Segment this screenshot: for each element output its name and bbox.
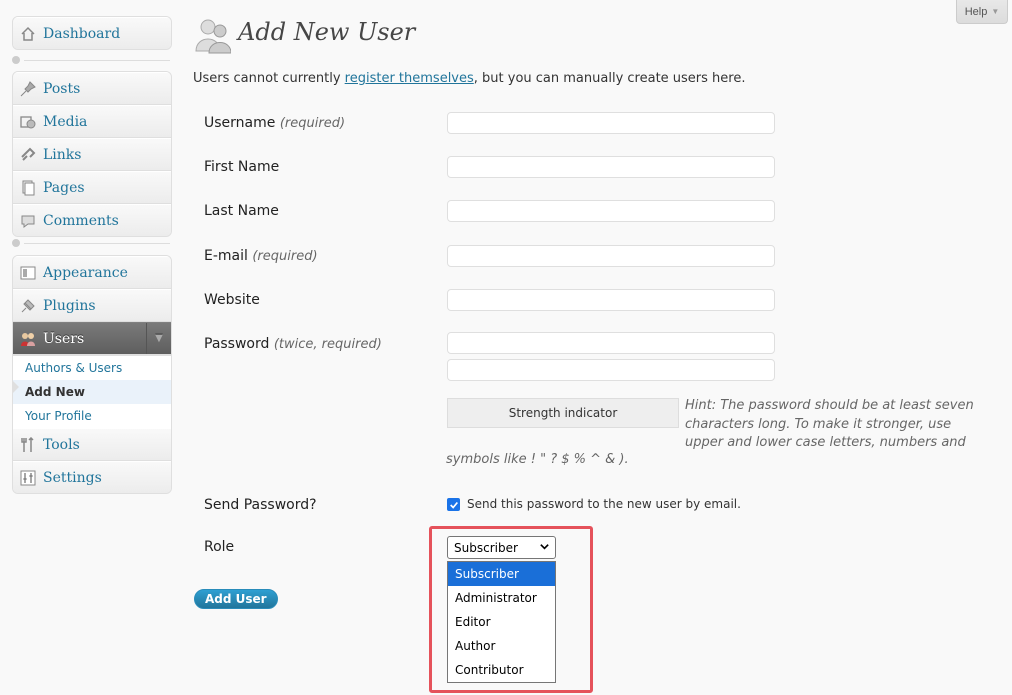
page-title: Add New User [238, 18, 416, 46]
menu-group-content: Posts Media Links Pages Comments [12, 71, 172, 237]
menu-dashboard-label: Dashboard [43, 25, 121, 42]
website-input[interactable] [447, 289, 775, 311]
role-dropdown: Subscriber Administrator Editor Author C… [447, 561, 556, 683]
menu-tools-label: Tools [43, 436, 80, 453]
register-link[interactable]: register themselves [345, 71, 474, 86]
first-name-input[interactable] [447, 156, 775, 178]
submenu-add-new[interactable]: Add New [13, 380, 171, 404]
users-icon [13, 331, 43, 347]
role-option-editor[interactable]: Editor [448, 610, 555, 634]
username-input[interactable] [447, 112, 775, 134]
settings-icon [13, 470, 43, 486]
pin-icon [13, 80, 43, 97]
menu-media[interactable]: Media [13, 105, 171, 138]
email-note: (required) [252, 249, 318, 264]
last-name-label: Last Name [204, 203, 279, 219]
menu-pages[interactable]: Pages [13, 171, 171, 204]
checkmark-icon [449, 501, 458, 509]
tools-icon [13, 436, 43, 453]
password-note: (twice, required) [273, 337, 382, 352]
password-label: Password (twice, required) [204, 336, 382, 352]
add-user-button[interactable]: Add User [194, 589, 278, 609]
menu-users-label: Users [43, 330, 85, 347]
menu-users[interactable]: Users ▼ [13, 322, 171, 355]
last-name-input[interactable] [447, 200, 775, 222]
menu-links-label: Links [43, 146, 82, 163]
email-input[interactable] [447, 245, 775, 267]
menu-separator[interactable] [12, 56, 170, 64]
password-hint: Hint: The password should be at least se… [685, 398, 974, 450]
menu-group-dashboard: Dashboard [12, 16, 172, 50]
submenu-authors-users[interactable]: Authors & Users [13, 356, 171, 380]
link-icon [13, 147, 43, 163]
pages-icon [13, 180, 43, 196]
username-label-text: Username [204, 115, 276, 131]
role-option-subscriber[interactable]: Subscriber [448, 562, 555, 586]
password-hint-rest: symbols like ! " ? $ % ^ & ). [446, 452, 629, 467]
comment-icon [13, 213, 43, 229]
email-label: E-mail (required) [204, 248, 318, 264]
role-label: Role [204, 539, 235, 555]
menu-dashboard[interactable]: Dashboard [13, 17, 171, 49]
username-note: (required) [279, 116, 346, 131]
menu-tools[interactable]: Tools [13, 428, 171, 461]
first-name-label: First Name [204, 159, 280, 175]
role-option-author[interactable]: Author [448, 634, 555, 658]
menu-plugins[interactable]: Plugins [13, 289, 171, 322]
intro-after: , but you can manually create users here… [473, 71, 746, 86]
menu-appearance-label: Appearance [43, 264, 128, 281]
chevron-down-icon: ▼ [991, 7, 1000, 16]
home-icon [13, 26, 43, 42]
website-label: Website [204, 292, 260, 308]
menu-links[interactable]: Links [13, 138, 171, 171]
send-password-text: Send this password to the new user by em… [467, 497, 741, 511]
plug-icon [13, 298, 43, 314]
menu-comments[interactable]: Comments [13, 204, 171, 236]
menu-settings[interactable]: Settings [13, 461, 171, 493]
menu-separator[interactable] [12, 239, 170, 247]
send-password-label: Send Password? [204, 497, 317, 513]
menu-appearance[interactable]: Appearance [13, 256, 171, 289]
users-submenu: Authors & Users Add New Your Profile [13, 355, 171, 428]
menu-comments-label: Comments [43, 212, 119, 229]
submenu-your-profile[interactable]: Your Profile [13, 404, 171, 428]
send-password-checkbox[interactable] [447, 498, 460, 511]
menu-media-label: Media [43, 113, 88, 130]
username-label: Username (required) [204, 115, 345, 131]
menu-plugins-label: Plugins [43, 297, 96, 314]
menu-posts[interactable]: Posts [13, 72, 171, 105]
menu-pages-label: Pages [43, 179, 85, 196]
media-icon [13, 114, 43, 130]
role-option-contributor[interactable]: Contributor [448, 658, 555, 682]
role-select[interactable]: Subscriber [447, 536, 556, 559]
help-tab[interactable]: Help ▼ [956, 0, 1008, 24]
chevron-down-icon [540, 544, 549, 550]
appearance-icon [13, 265, 43, 281]
current-page-arrow [13, 381, 19, 393]
intro-before: Users cannot currently [193, 71, 345, 86]
help-label: Help [964, 5, 988, 18]
chevron-down-icon[interactable]: ▼ [146, 323, 171, 354]
strength-indicator: Strength indicator [447, 398, 679, 428]
menu-settings-label: Settings [43, 469, 102, 486]
intro-text: Users cannot currently register themselv… [193, 71, 745, 86]
role-option-administrator[interactable]: Administrator [448, 586, 555, 610]
password-confirm-input[interactable] [447, 359, 775, 381]
menu-posts-label: Posts [43, 80, 81, 97]
password-input[interactable] [447, 332, 775, 354]
email-label-text: E-mail [204, 248, 248, 264]
users-icon [195, 15, 232, 55]
password-label-text: Password [204, 336, 270, 352]
role-selected-value: Subscriber [454, 540, 518, 555]
menu-group-admin: Appearance Plugins Users ▼ Authors & Use… [12, 255, 172, 494]
